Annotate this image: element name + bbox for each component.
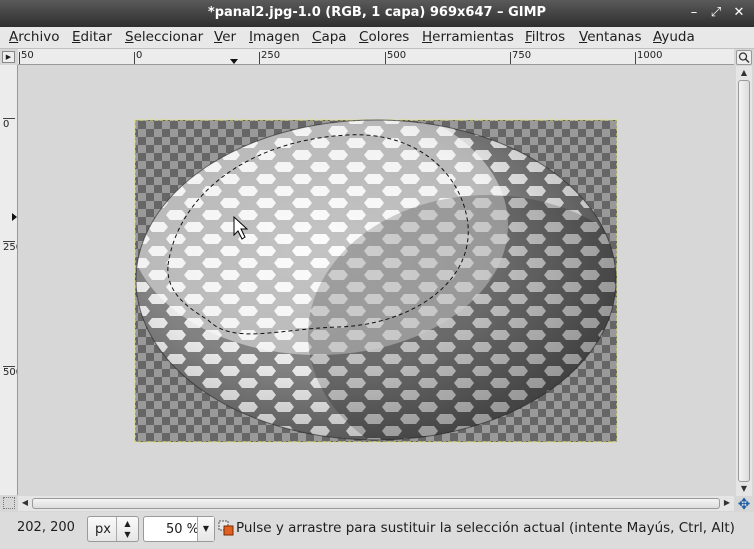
vruler-label: 500 xyxy=(3,367,17,378)
vruler-label: 250 xyxy=(3,242,17,253)
vruler-label: 0 xyxy=(3,119,10,130)
pointer-marker-icon xyxy=(12,213,17,221)
hruler-label: 250 xyxy=(261,50,281,61)
menu-seleccionar[interactable]: Seleccionar xyxy=(125,29,203,45)
unit-spin-icon[interactable]: ▲ ▼ xyxy=(116,517,138,541)
zoom-value: 50 % xyxy=(166,522,200,537)
status-bar: 202, 200 px ▲ ▼ 50 % ▼ Pulse y arrastre p… xyxy=(0,512,754,549)
menu-imagen[interactable]: Imagen xyxy=(249,29,300,45)
hruler-label: 750 xyxy=(512,50,532,61)
vertical-scroll-thumb[interactable] xyxy=(738,80,750,482)
select-tool-icon xyxy=(218,520,234,536)
vertical-ruler[interactable]: 0 250 500 xyxy=(0,65,18,495)
magnifier-icon xyxy=(738,52,750,64)
scroll-left-icon[interactable]: ◀ xyxy=(19,498,31,507)
menu-ayuda[interactable]: Ayuda xyxy=(653,29,695,45)
menu-bar: Archivo Editar Seleccionar Ver Imagen Ca… xyxy=(0,27,754,49)
scroll-right-icon[interactable]: ▶ xyxy=(721,498,733,507)
image-canvas[interactable] xyxy=(18,65,734,495)
unit-value: px xyxy=(95,522,111,537)
menu-colores[interactable]: Colores xyxy=(359,29,409,45)
horizontal-ruler[interactable]: 50 0 250 500 750 1000 xyxy=(18,49,734,65)
unit-selector[interactable]: px ▲ ▼ xyxy=(87,516,139,542)
zoom-selector[interactable]: 50 % ▼ xyxy=(143,516,215,542)
hruler-label: 500 xyxy=(387,50,407,61)
menu-filtros[interactable]: Filtros xyxy=(525,29,565,45)
menu-capa[interactable]: Capa xyxy=(312,29,347,45)
scroll-up-icon[interactable]: ▲ xyxy=(738,68,750,77)
image-display[interactable] xyxy=(18,65,734,495)
hruler-label: 0 xyxy=(136,50,143,61)
minimize-icon[interactable]: – xyxy=(685,4,703,22)
maximize-icon[interactable]: ⤢ xyxy=(707,4,725,22)
horizontal-scroll-thumb[interactable] xyxy=(32,498,720,509)
close-icon[interactable]: ✕ xyxy=(730,4,748,22)
horizontal-scrollbar[interactable]: ◀ ▶ xyxy=(18,496,734,511)
image-layer xyxy=(134,119,618,443)
window-title: *panal2.jpg-1.0 (RGB, 1 capa) 969x647 – … xyxy=(207,5,547,20)
zoom-fit-button[interactable] xyxy=(736,50,752,65)
menu-ver[interactable]: Ver xyxy=(214,29,236,45)
pointer-marker-icon xyxy=(230,59,238,64)
toggle-menu-icon[interactable]: ▶ xyxy=(2,51,15,63)
scroll-down-icon[interactable]: ▼ xyxy=(738,484,750,493)
hruler-label: 50 xyxy=(21,50,34,61)
hruler-label: 1000 xyxy=(637,50,663,61)
menu-ventanas[interactable]: Ventanas xyxy=(579,29,641,45)
status-message: Pulse y arrastre para sustituir la selec… xyxy=(236,520,735,536)
menu-herramientas[interactable]: Herramientas xyxy=(422,29,514,45)
chevron-down-icon[interactable]: ▼ xyxy=(197,517,214,541)
pointer-coordinates: 202, 200 xyxy=(17,520,75,535)
gimp-window: *panal2.jpg-1.0 (RGB, 1 capa) 969x647 – … xyxy=(0,0,754,549)
menu-editar[interactable]: Editar xyxy=(72,29,112,45)
vertical-scrollbar[interactable]: ▲ ▼ xyxy=(736,66,752,496)
menu-archivo[interactable]: Archivo xyxy=(9,29,59,45)
title-bar: *panal2.jpg-1.0 (RGB, 1 capa) 969x647 – … xyxy=(0,0,754,27)
quick-mask-toggle-icon[interactable] xyxy=(3,497,15,509)
navigate-image-icon[interactable]: ✥ xyxy=(736,496,752,512)
